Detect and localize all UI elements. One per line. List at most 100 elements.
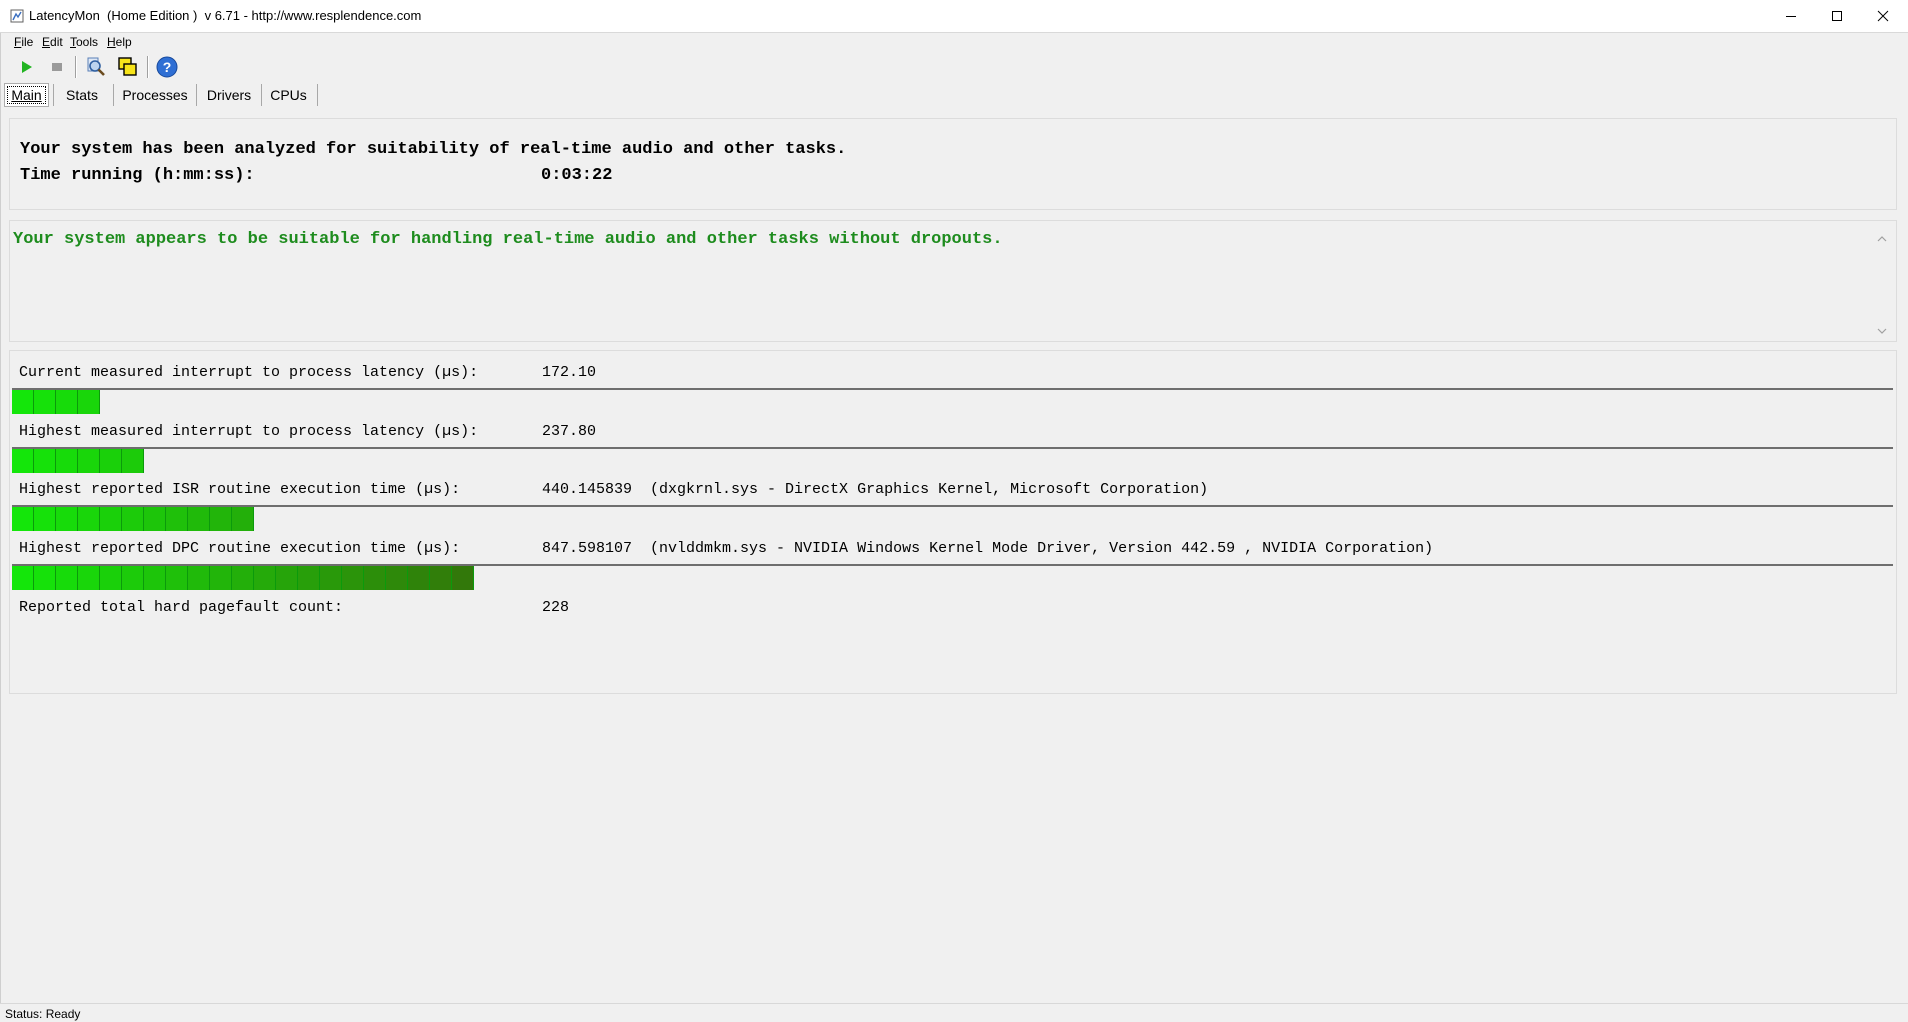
maximize-icon (1832, 11, 1842, 21)
bar-segment (210, 566, 232, 590)
bar-segment (100, 507, 122, 531)
title-bar: LatencyMon (Home Edition ) v 6.71 - http… (0, 0, 1908, 33)
metric-label: Highest reported DPC routine execution t… (19, 540, 461, 557)
bar-segment (166, 566, 188, 590)
tab-separator (113, 84, 114, 106)
metric-value: 237.80 (542, 423, 597, 440)
scroll-up-icon[interactable] (1877, 236, 1887, 242)
bar-segment (100, 449, 122, 473)
latency-bar-fill (12, 507, 254, 531)
bar-segment (12, 507, 34, 531)
verdict-scrollbar[interactable] (1873, 224, 1891, 340)
summary-panel (9, 118, 1897, 210)
bar-segment (144, 507, 166, 531)
close-button[interactable] (1860, 0, 1906, 32)
bar-segment (452, 566, 474, 590)
bar-segment (342, 566, 364, 590)
window-left-border (0, 33, 1, 1003)
play-icon (22, 61, 32, 73)
metric-label: Highest reported ISR routine execution t… (19, 481, 461, 498)
metric-value: 440.145839 (dxgkrnl.sys - DirectX Graphi… (542, 481, 1209, 498)
windows-button[interactable] (115, 54, 141, 80)
bar-segment (34, 566, 56, 590)
toolbar-separator (75, 56, 77, 78)
tab-separator (317, 84, 318, 106)
bar-segment (34, 390, 56, 414)
latency-bar-track (12, 564, 1893, 590)
bar-segment (56, 449, 78, 473)
time-running-value: 0:03:22 (541, 166, 613, 185)
window-title: LatencyMon (Home Edition ) v 6.71 - http… (29, 8, 422, 23)
bar-segment (144, 566, 166, 590)
bar-segment (188, 507, 210, 531)
bar-segment (78, 449, 100, 473)
stop-icon (52, 63, 62, 71)
bar-segment (320, 566, 342, 590)
bar-segment (166, 507, 188, 531)
bar-segment (430, 566, 452, 590)
tab-strip: Main Stats Processes Drivers CPUs (0, 81, 1908, 109)
start-monitor-button[interactable] (13, 54, 39, 80)
status-text: Status: Ready (5, 1007, 81, 1021)
menu-edit[interactable]: Edit (42, 35, 63, 49)
metric-label: Highest measured interrupt to process la… (19, 423, 479, 440)
pagefault-value: 228 (542, 599, 570, 616)
bar-segment (276, 566, 298, 590)
bar-segment (12, 390, 34, 414)
bar-segment (56, 566, 78, 590)
bar-segment (210, 507, 232, 531)
bar-segment (408, 566, 430, 590)
bar-segment (56, 507, 78, 531)
help-button[interactable]: ? (154, 54, 180, 80)
bar-segment (34, 507, 56, 531)
bar-segment (386, 566, 408, 590)
maximize-button[interactable] (1814, 0, 1860, 32)
tab-drivers[interactable]: Drivers (201, 83, 257, 107)
menu-tools[interactable]: Tools (70, 35, 98, 49)
bar-segment (12, 449, 34, 473)
menu-bar: File Edit Tools Help (0, 33, 1908, 52)
time-running-label: Time running (h:mm:ss): (20, 166, 255, 185)
analyzed-text: Your system has been analyzed for suitab… (20, 140, 847, 159)
pagefault-label: Reported total hard pagefault count: (19, 599, 344, 616)
tab-separator (196, 84, 197, 106)
latency-bar-track (12, 447, 1893, 473)
bar-segment (232, 566, 254, 590)
windows-icon (118, 57, 137, 76)
close-icon (1877, 10, 1889, 22)
bar-segment (298, 566, 320, 590)
bar-segment (254, 566, 276, 590)
bar-segment (364, 566, 386, 590)
help-icon: ? (156, 56, 178, 78)
bar-segment (188, 566, 210, 590)
search-drivers-button[interactable] (83, 54, 109, 80)
status-bar: Status: Ready (0, 1003, 1908, 1022)
toolbar: ? (0, 52, 1908, 82)
scrollbar-arrows (1877, 236, 1887, 334)
metric-value: 847.598107 (nvlddmkm.sys - NVIDIA Window… (542, 540, 1434, 557)
menu-help[interactable]: Help (107, 35, 132, 49)
tab-cpus[interactable]: CPUs (266, 83, 311, 107)
minimize-button[interactable] (1768, 0, 1814, 32)
metric-value: 172.10 (542, 364, 597, 381)
bar-segment (100, 566, 122, 590)
bar-segment (56, 390, 78, 414)
stop-monitor-button[interactable] (44, 54, 70, 80)
bar-segment (122, 449, 144, 473)
search-drivers-icon (87, 57, 105, 76)
scroll-down-icon[interactable] (1877, 328, 1887, 334)
minimize-icon (1786, 16, 1796, 17)
bar-segment (78, 566, 100, 590)
bar-segment (122, 507, 144, 531)
menu-file[interactable]: File (14, 35, 33, 49)
verdict-text: Your system appears to be suitable for h… (13, 230, 1003, 249)
tab-stats[interactable]: Stats (58, 83, 106, 107)
tab-separator (53, 84, 54, 106)
metric-label: Current measured interrupt to process la… (19, 364, 479, 381)
latency-bar-track (12, 388, 1893, 414)
tab-main[interactable]: Main (4, 83, 49, 107)
latency-bar-fill (12, 566, 474, 590)
metric-detail: (dxgkrnl.sys - DirectX Graphics Kernel, … (650, 481, 1209, 498)
tab-processes[interactable]: Processes (118, 83, 192, 107)
bar-segment (34, 449, 56, 473)
